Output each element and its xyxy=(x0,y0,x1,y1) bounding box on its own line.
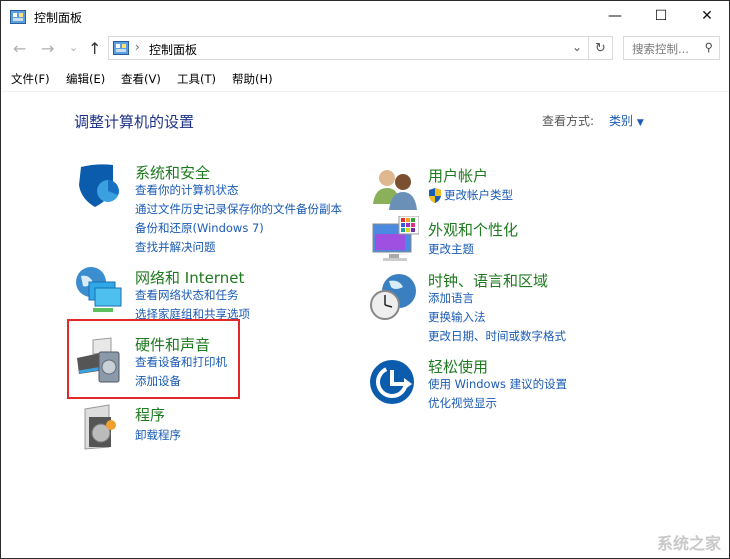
category-clock-language-region[interactable]: 时钟、语言和区域 xyxy=(428,270,548,291)
search-icon: ⚲ xyxy=(704,40,713,54)
breadcrumb-separator[interactable]: › xyxy=(135,40,140,54)
control-panel-icon xyxy=(113,41,129,55)
link-uninstall-program[interactable]: 卸载程序 xyxy=(135,426,181,445)
user-accounts-icon xyxy=(373,170,417,210)
programs-icon xyxy=(84,404,116,450)
link-troubleshoot[interactable]: 查找并解决问题 xyxy=(135,238,342,257)
category-network-internet[interactable]: 网络和 Internet xyxy=(135,267,244,288)
up-button[interactable]: ↑ xyxy=(88,39,101,58)
link-change-theme[interactable]: 更改主题 xyxy=(428,240,474,259)
link-change-account-type[interactable]: 更改帐户类型 xyxy=(444,186,513,205)
menu-help[interactable]: 帮助(H) xyxy=(232,71,273,87)
maximize-button[interactable]: ☐ xyxy=(638,1,684,31)
breadcrumb-control-panel[interactable]: 控制面板 xyxy=(149,41,197,58)
menu-file[interactable]: 文件(F) xyxy=(11,71,50,87)
category-hardware-sound[interactable]: 硬件和声音 xyxy=(135,334,210,355)
control-panel-window: 控制面板 — ☐ ✕ ← → ⌄ ↑ › 控制面板 ⌄ ↻ 搜索控制... ⚲ … xyxy=(0,0,730,559)
ease-of-access-icon xyxy=(370,360,414,404)
network-globe-icon xyxy=(76,267,122,312)
category-appearance[interactable]: 外观和个性化 xyxy=(428,219,518,240)
link-devices-printers[interactable]: 查看设备和打印机 xyxy=(135,353,227,372)
view-by-dropdown[interactable]: 类别 ▼ xyxy=(609,112,644,129)
dropdown-arrow-icon: ▼ xyxy=(636,118,644,128)
back-button[interactable]: ← xyxy=(13,39,26,58)
close-button[interactable]: ✕ xyxy=(684,1,730,31)
view-by-label: 查看方式: xyxy=(542,114,595,128)
link-backup-restore[interactable]: 备份和还原(Windows 7) xyxy=(135,219,342,238)
link-recommended-settings[interactable]: 使用 Windows 建议的设置 xyxy=(428,375,567,394)
search-placeholder: 搜索控制... xyxy=(632,42,689,56)
printer-speaker-icon xyxy=(77,337,120,383)
link-optimize-display[interactable]: 优化视觉显示 xyxy=(428,394,567,413)
view-by-value: 类别 xyxy=(609,114,634,128)
link-change-input-method[interactable]: 更换输入法 xyxy=(428,308,566,327)
link-view-computer-status[interactable]: 查看你的计算机状态 xyxy=(135,181,342,200)
search-input[interactable]: 搜索控制... ⚲ xyxy=(623,36,720,60)
appearance-monitor-icon xyxy=(372,216,419,261)
page-heading: 调整计算机的设置 xyxy=(74,113,195,131)
category-user-accounts[interactable]: 用户帐户 xyxy=(428,165,488,186)
uac-shield-icon xyxy=(429,188,441,203)
link-file-history[interactable]: 通过文件历史记录保存你的文件备份副本 xyxy=(135,200,342,219)
address-dropdown-button[interactable]: ⌄ xyxy=(572,40,582,54)
category-programs[interactable]: 程序 xyxy=(135,404,165,425)
link-add-language[interactable]: 添加语言 xyxy=(428,289,566,308)
link-change-date-format[interactable]: 更改日期、时间或数字格式 xyxy=(428,327,566,346)
control-panel-icon xyxy=(10,10,26,24)
watermark: 系统之家 xyxy=(656,534,721,553)
forward-button[interactable]: → xyxy=(41,39,54,58)
shield-icon xyxy=(79,164,119,207)
menu-tools[interactable]: 工具(T) xyxy=(177,71,216,87)
menu-view[interactable]: 查看(V) xyxy=(121,71,161,87)
category-ease-of-access[interactable]: 轻松使用 xyxy=(428,356,488,377)
address-bar[interactable]: › 控制面板 ⌄ xyxy=(108,36,589,60)
recent-locations-button[interactable]: ⌄ xyxy=(69,41,78,54)
menu-divider xyxy=(2,91,729,92)
minimize-button[interactable]: — xyxy=(592,1,638,31)
window-title: 控制面板 xyxy=(34,11,83,25)
refresh-button[interactable]: ↻ xyxy=(589,36,613,60)
menu-edit[interactable]: 编辑(E) xyxy=(66,71,105,87)
link-add-device[interactable]: 添加设备 xyxy=(135,372,227,391)
clock-globe-icon xyxy=(370,274,416,320)
link-network-status[interactable]: 查看网络状态和任务 xyxy=(135,286,250,305)
category-system-security[interactable]: 系统和安全 xyxy=(135,162,210,183)
